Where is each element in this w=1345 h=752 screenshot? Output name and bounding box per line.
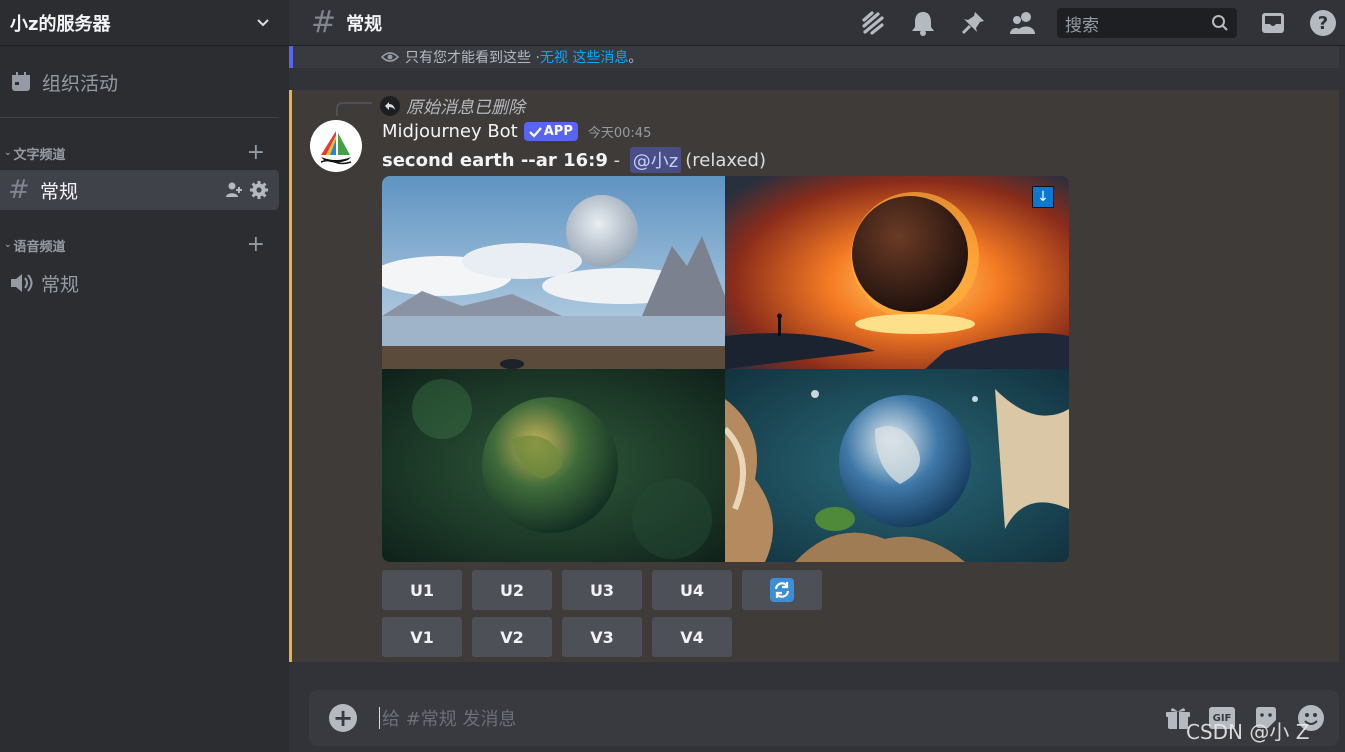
text-channel-icon: #	[311, 5, 337, 40]
separator: -	[607, 149, 626, 171]
checkmark-icon	[528, 126, 542, 138]
message-composer[interactable]: + 给 #常规 发消息 GIF	[309, 690, 1339, 746]
category-label: 语音频道	[13, 239, 66, 255]
sailboat-logo-icon	[320, 131, 352, 165]
text-caret	[379, 707, 380, 729]
chevron-icon: ⌄	[4, 148, 12, 158]
ephemeral-suffix: 。	[628, 50, 643, 66]
chevron-icon: ⌄	[4, 240, 12, 250]
search-icon	[1212, 15, 1228, 31]
channel-label: 常规	[40, 180, 79, 203]
message-input-placeholder[interactable]: 给 #常规 发消息	[382, 705, 517, 731]
speaker-icon	[11, 274, 33, 292]
reroll-button[interactable]	[742, 570, 822, 610]
download-icon[interactable]: ↓	[1032, 186, 1054, 208]
app-badge: APP	[523, 122, 578, 141]
avatar[interactable]	[310, 120, 362, 172]
image-moon-mountain-lake[interactable]	[382, 176, 725, 369]
add-attachment-icon[interactable]: +	[329, 704, 357, 732]
sidebar-divider	[0, 117, 279, 118]
watermark-text: CSDN @小 Z	[1186, 720, 1310, 744]
add-channel-icon[interactable]: +	[247, 142, 265, 164]
sidebar-item-label: 组织活动	[42, 72, 119, 95]
chevron-down-icon	[257, 18, 269, 26]
channel-item-general[interactable]: # 常规	[0, 170, 279, 210]
text-channel-icon: #	[8, 175, 30, 205]
ephemeral-notice: 只有您才能看到这些 · 无视 这些消息 。	[289, 46, 1339, 68]
variation-button-v2[interactable]: V2	[472, 617, 552, 657]
category-text-channels[interactable]: ⌄ 文字频道 +	[0, 142, 279, 164]
reply-text: 原始消息已删除	[406, 98, 525, 118]
calendar-icon	[12, 72, 30, 91]
search-input[interactable]: 搜索	[1057, 8, 1237, 38]
sidebar-item-events[interactable]: 组织活动	[0, 64, 279, 100]
prompt-text: second earth --ar 16:9	[382, 149, 608, 171]
upscale-button-u1[interactable]: U1	[382, 570, 462, 610]
upscale-button-u3[interactable]: U3	[562, 570, 642, 610]
variation-button-v4[interactable]: V4	[652, 617, 732, 657]
timestamp: 今天00:45	[587, 126, 652, 141]
inbox-icon[interactable]	[1259, 9, 1287, 37]
mode-text: (relaxed)	[685, 149, 767, 171]
image-earth-coral[interactable]	[725, 369, 1069, 562]
variation-button-v3[interactable]: V3	[562, 617, 642, 657]
ephemeral-text: 只有您才能看到这些 ·	[405, 50, 540, 66]
add-channel-icon[interactable]: +	[247, 234, 265, 256]
message-content: second earth --ar 16:9 - @小z (relaxed)	[382, 147, 766, 173]
image-green-earth[interactable]	[382, 369, 725, 562]
reply-spine	[336, 102, 372, 116]
reply-reference[interactable]: 原始消息已删除	[380, 93, 525, 118]
svg-text:?: ?	[1318, 13, 1328, 34]
eye-icon	[381, 52, 399, 62]
members-icon[interactable]	[1009, 9, 1037, 37]
channel-item-voice-general[interactable]: 常规	[0, 264, 79, 302]
image-fiery-planet[interactable]	[725, 176, 1069, 369]
channel-label: 常规	[41, 273, 80, 296]
pin-icon[interactable]	[959, 9, 987, 37]
channel-sidebar: 小z的服务器 组织活动 ⌄ 文字频道 + # 常规 ⌄ 语音频道 + 常规	[0, 0, 289, 752]
category-label: 文字频道	[13, 147, 66, 163]
channel-header: # 常规 搜索 ?	[289, 0, 1345, 46]
channel-title: 常规	[346, 13, 383, 35]
user-mention[interactable]: @小z	[629, 147, 682, 173]
bell-icon[interactable]	[909, 9, 937, 37]
upscale-button-u2[interactable]: U2	[472, 570, 552, 610]
app-badge-label: APP	[543, 124, 573, 139]
refresh-icon	[770, 578, 794, 602]
message-author[interactable]: Midjourney Bot	[382, 121, 518, 142]
image-attachment[interactable]: ↓	[382, 176, 1069, 562]
dismiss-message-link[interactable]: 无视 这些消息	[540, 47, 628, 67]
help-icon[interactable]: ?	[1309, 9, 1337, 37]
search-placeholder: 搜索	[1065, 15, 1099, 36]
bot-message: 原始消息已删除 Midjourney Bot APP 今天00:45 secon…	[289, 90, 1339, 662]
server-header[interactable]: 小z的服务器	[0, 0, 289, 46]
server-name: 小z的服务器	[10, 13, 111, 35]
category-voice-channels[interactable]: ⌄ 语音频道 +	[0, 234, 279, 256]
gear-icon[interactable]	[249, 180, 269, 200]
invite-icon[interactable]	[225, 181, 243, 199]
variation-button-v1[interactable]: V1	[382, 617, 462, 657]
reply-icon	[380, 95, 400, 116]
upscale-button-u4[interactable]: U4	[652, 570, 732, 610]
threads-icon[interactable]	[859, 9, 887, 37]
